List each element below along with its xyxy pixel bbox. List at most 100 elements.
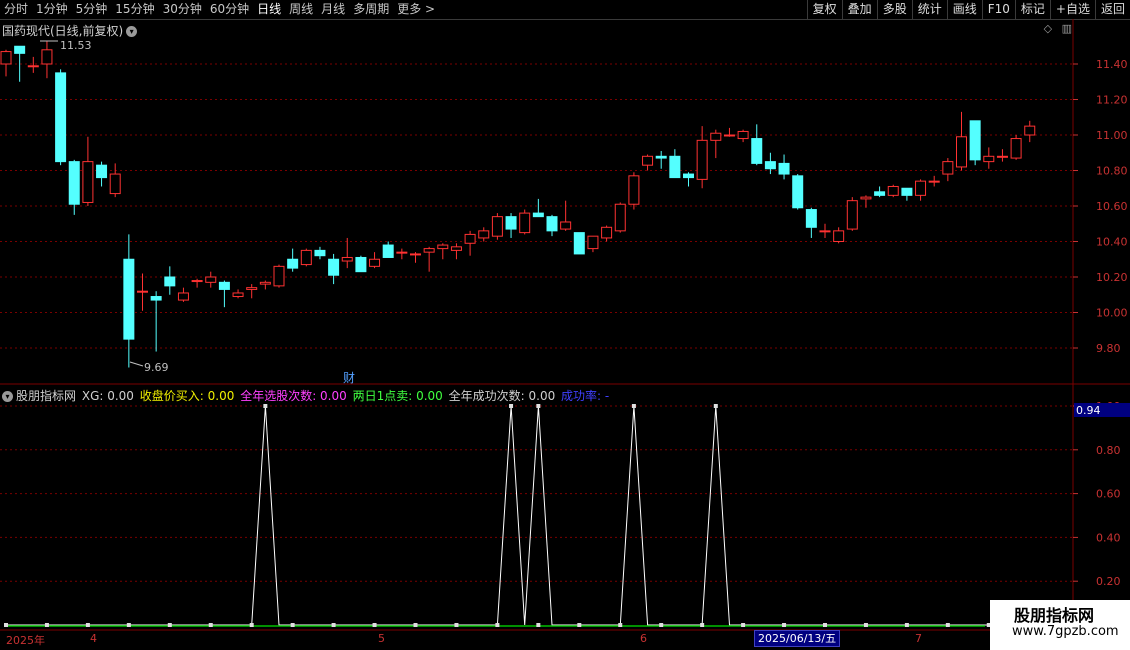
candle [232, 289, 244, 299]
candle-body [82, 161, 94, 203]
candle-body [601, 226, 613, 239]
candle [819, 223, 831, 238]
candle [655, 150, 667, 169]
candle-body [573, 232, 585, 255]
indicator-marker [4, 623, 8, 627]
candle [382, 241, 394, 258]
indicator-annual-picks: 全年选股次数: 0.00 [240, 389, 347, 403]
x-label-may: 5 [378, 632, 385, 645]
indicator-marker [700, 623, 705, 627]
indicator-marker [741, 623, 746, 627]
candle [614, 202, 626, 233]
candle-body [341, 256, 353, 262]
candle [205, 271, 217, 288]
candle [68, 159, 80, 215]
candle [300, 248, 312, 267]
candle-body [751, 138, 763, 164]
indicator-marker [372, 623, 377, 627]
candle [450, 243, 462, 260]
candle-body [628, 175, 640, 205]
indicator-marker [495, 623, 500, 627]
candle-body [778, 162, 790, 175]
candle [532, 198, 544, 218]
candle-body [819, 230, 831, 233]
candle-body [218, 281, 230, 290]
candle-body [464, 233, 476, 244]
indicator-tick-label: 0.60 [1096, 488, 1121, 501]
price-tick-label: 11.20 [1096, 94, 1128, 107]
candle [887, 184, 899, 198]
candle-body [723, 134, 735, 137]
candle [150, 291, 162, 352]
candle-body [956, 136, 967, 168]
watermark-url: www.7gpzb.com [1012, 624, 1119, 639]
candle [273, 264, 285, 288]
candle [860, 195, 872, 208]
x-label-apr: 4 [90, 632, 97, 645]
candle [915, 179, 927, 201]
candle [628, 172, 640, 210]
indicator-marker [618, 623, 623, 627]
cursor-date: 2025/06/13/五 [754, 630, 841, 647]
candle [1010, 135, 1022, 160]
price-axis: 11.40 11.20 11.00 10.80 10.60 10.40 10.20 10.00… [1073, 58, 1128, 355]
candle-body [109, 173, 121, 195]
x-label-jun: 6 [640, 632, 647, 645]
candle-body [437, 244, 449, 250]
indicator-peak-marker [536, 404, 541, 408]
indicator-xg: XG: 0.00 [81, 389, 134, 403]
indicator-marker [167, 623, 172, 627]
indicator-success-rate: 成功率: - [561, 389, 610, 403]
candle [328, 253, 340, 285]
candle-body [983, 155, 995, 163]
finance-event-marker[interactable]: 财 [343, 371, 355, 385]
x-label-jul: 7 [915, 632, 922, 645]
candle-body [887, 185, 899, 196]
candle [164, 266, 176, 295]
candle [723, 127, 735, 137]
indicator-name: 股朋指标网 [16, 389, 77, 403]
candle-body [478, 230, 490, 239]
candle [874, 186, 886, 198]
candle-body [410, 253, 421, 256]
candle [355, 255, 367, 273]
candle-body [642, 155, 654, 166]
candle-body [710, 132, 722, 141]
candle-body [614, 203, 626, 232]
candle [0, 49, 12, 77]
candle [109, 163, 121, 198]
candle-body [696, 139, 708, 180]
candle [259, 280, 271, 290]
indicator-marker [782, 623, 787, 627]
candle [218, 280, 230, 308]
candle [55, 69, 67, 166]
indicator-dropdown-icon[interactable]: ▾ [2, 391, 13, 402]
candle-body [860, 196, 872, 200]
candle-body [560, 221, 572, 230]
price-tick-label: 10.40 [1096, 236, 1128, 249]
candle [778, 154, 790, 180]
candle [996, 149, 1008, 162]
candle-body [874, 191, 886, 196]
indicator-tick-label: 0.40 [1096, 531, 1121, 544]
indicator-marker [208, 623, 213, 627]
candle-body [846, 200, 858, 230]
candle-body [123, 258, 135, 340]
candle [546, 214, 558, 237]
candle [82, 136, 94, 206]
indicator-marker [454, 623, 459, 627]
candle-body [382, 244, 394, 258]
candle [805, 207, 817, 238]
candle [410, 252, 421, 263]
indicator-marker [536, 623, 541, 627]
candle-body [737, 130, 749, 140]
candle-body [996, 155, 1008, 158]
candle [737, 129, 749, 143]
candle-body [396, 251, 408, 254]
candle [287, 248, 299, 272]
candle-body [68, 161, 80, 205]
current-value-label: 0.94 [1076, 404, 1101, 417]
candle [478, 227, 490, 242]
candle-body [519, 212, 531, 234]
candle [1024, 120, 1036, 143]
